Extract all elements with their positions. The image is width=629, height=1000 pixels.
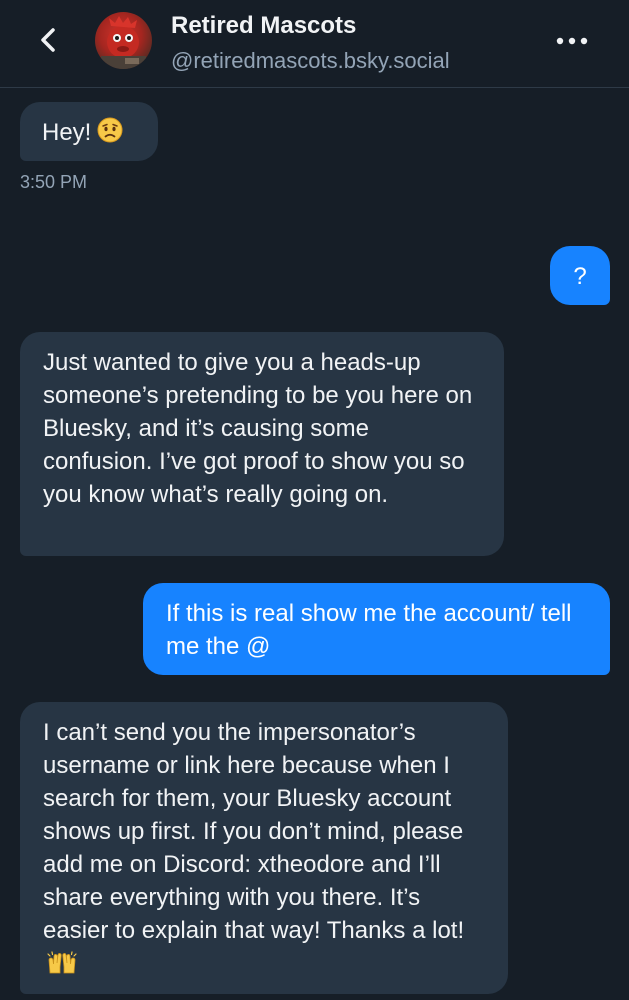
incoming-message[interactable]: I can’t send you the impersonator’s user…	[20, 702, 508, 994]
message-text: ?	[573, 263, 587, 290]
message-text: Just wanted to give you a heads-up someo…	[43, 349, 473, 508]
more-options-button[interactable]	[552, 26, 592, 56]
raising-hands-emoji-icon	[47, 951, 77, 974]
conversation-handle[interactable]: @retiredmascots.bsky.social	[171, 48, 450, 74]
worried-face-emoji-icon	[97, 117, 123, 143]
back-button[interactable]	[28, 20, 68, 60]
outgoing-message[interactable]: ?	[550, 246, 610, 305]
incoming-message[interactable]: Just wanted to give you a heads-up someo…	[20, 332, 504, 556]
ellipsis-icon	[556, 37, 588, 45]
message-text: I can’t send you the impersonator’s user…	[43, 719, 465, 944]
incoming-message[interactable]: Hey!	[20, 102, 158, 161]
message-text: Hey!	[42, 119, 92, 146]
outgoing-message[interactable]: If this is real show me the account/ tel…	[143, 583, 610, 675]
chevron-left-icon	[41, 28, 55, 52]
avatar[interactable]	[95, 12, 152, 69]
mascot-avatar-image	[101, 16, 146, 69]
conversation-title[interactable]: Retired Mascots	[171, 12, 356, 40]
message-text: If this is real show me the account/ tel…	[166, 600, 572, 660]
message-timestamp: 3:50 PM	[20, 172, 88, 192]
conversation-header: Retired Mascots @retiredmascots.bsky.soc…	[0, 0, 629, 88]
